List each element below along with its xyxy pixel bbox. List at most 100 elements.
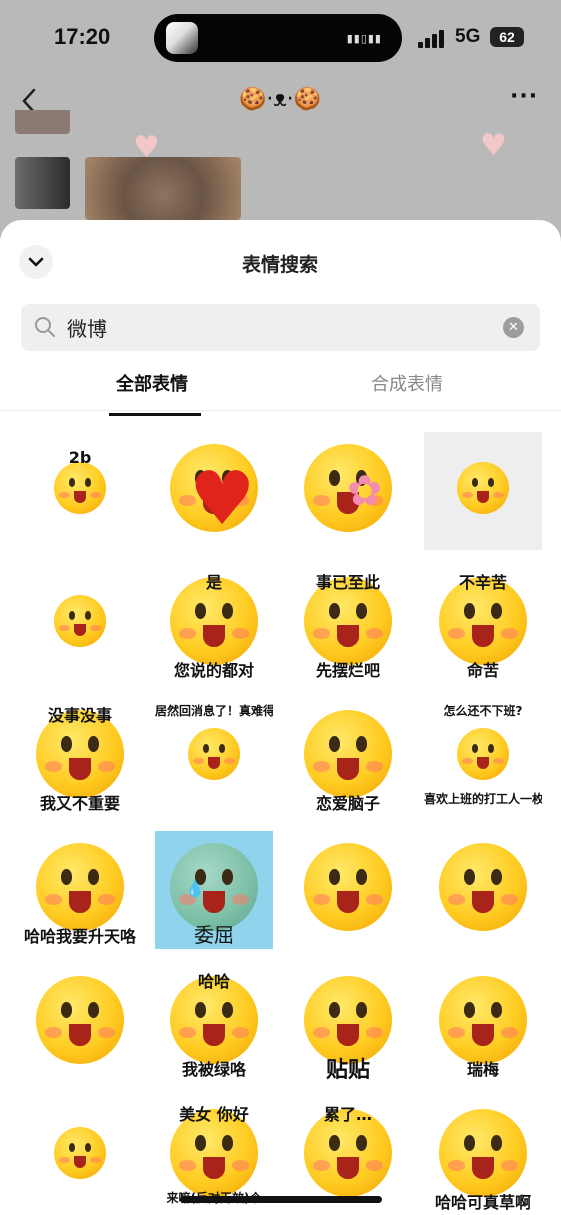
battery-icon: 62 xyxy=(490,27,524,47)
sticker-image: ♥ xyxy=(155,432,273,550)
flower-icon: ✿ xyxy=(347,466,383,515)
tear-icon: 💧 xyxy=(185,879,205,898)
network-type: 5G xyxy=(455,26,481,47)
sticker-image: 哈哈可真草啊 xyxy=(424,1097,542,1215)
heart-icon: ♥ xyxy=(133,130,160,165)
sticker-image: 怎么还不下班? 喜欢上班的打工人一枚吖 xyxy=(424,698,542,816)
sticker-caption-top: 事已至此 xyxy=(315,573,380,592)
sticker-item[interactable]: 恋爱脑子 xyxy=(289,698,407,816)
emoji-face-icon xyxy=(304,976,392,1064)
sticker-item[interactable] xyxy=(424,831,542,949)
sticker-image: 贴贴 xyxy=(289,964,407,1082)
sticker-item[interactable]: 居然回消息了！真难得 xyxy=(155,698,273,816)
sticker-caption: 哈哈我要升天咯 xyxy=(23,927,136,946)
home-indicator[interactable] xyxy=(180,1196,382,1203)
sticker-item[interactable]: 不辛苦 命苦 xyxy=(424,565,542,683)
sticker-item[interactable] xyxy=(424,432,542,550)
sticker-caption: 我被绿咯 xyxy=(181,1060,246,1079)
sticker-caption: 命苦 xyxy=(466,661,499,680)
emoji-face-icon xyxy=(188,728,240,780)
sticker-item[interactable]: 瑞梅 xyxy=(424,964,542,1082)
sticker-item[interactable]: 事已至此 先摆烂吧 xyxy=(289,565,407,683)
heart-icon: ♥ xyxy=(480,128,507,163)
sticker-image: 哈哈我要升天咯 xyxy=(21,831,139,949)
sticker-caption-top: 没事没事 xyxy=(47,706,112,725)
sticker-item[interactable] xyxy=(21,1097,139,1215)
tab-all-stickers[interactable]: 全部表情 xyxy=(103,370,201,416)
clear-icon[interactable]: ✕ xyxy=(503,317,524,338)
sticker-item[interactable] xyxy=(21,565,139,683)
signal-icon xyxy=(418,30,446,48)
chat-navbar: 🍪·ᴥ·🍪 ··· xyxy=(0,78,561,128)
emoji-face-icon xyxy=(439,976,527,1064)
audio-wave-icon: ▮▮▯▮▮ xyxy=(346,32,382,45)
search-input[interactable] xyxy=(67,304,487,351)
sticker-caption-top: 累了… xyxy=(323,1105,372,1124)
sticker-caption: 恋爱脑子 xyxy=(315,794,380,813)
emoji-face-icon xyxy=(36,843,124,931)
divider xyxy=(0,410,561,411)
sheet-title: 表情搜索 xyxy=(241,254,318,276)
sticker-caption: 您说的都对 xyxy=(173,661,254,680)
sticker-item[interactable]: 怎么还不下班? 喜欢上班的打工人一枚吖 xyxy=(424,698,542,816)
emoji-face-icon xyxy=(457,462,509,514)
sticker-item[interactable]: 💧 委屈 xyxy=(155,831,273,949)
sticker-caption: 我又不重要 xyxy=(39,794,120,813)
sticker-item[interactable]: 是您说的都对 xyxy=(155,565,273,683)
sticker-image: 不辛苦 命苦 xyxy=(424,565,542,683)
sticker-item[interactable]: ♥ xyxy=(155,432,273,550)
sticker-image xyxy=(424,432,542,550)
sticker-image: 瑞梅 xyxy=(424,964,542,1082)
sticker-caption-top: 是 xyxy=(205,573,222,592)
tab-combined-stickers[interactable]: 合成表情 xyxy=(357,370,457,414)
chat-avatar[interactable] xyxy=(15,157,70,209)
status-time: 17:20 xyxy=(54,24,111,49)
heart-icon: ♥ xyxy=(189,456,256,542)
sticker-image: 💧 委屈 xyxy=(155,831,273,949)
sticker-item[interactable]: 2b xyxy=(21,432,139,550)
sticker-item[interactable]: 哈哈可真草啊 xyxy=(424,1097,542,1215)
sticker-image: 是您说的都对 xyxy=(155,565,273,683)
sticker-item[interactable] xyxy=(21,964,139,1082)
chat-image-message[interactable] xyxy=(85,157,241,220)
sticker-image xyxy=(21,964,139,1082)
now-playing-avatar xyxy=(166,22,198,54)
chat-avatar[interactable] xyxy=(15,110,70,134)
emoji-face-icon xyxy=(439,1109,527,1197)
search-icon xyxy=(35,317,55,337)
sticker-caption: 委屈 xyxy=(194,923,234,947)
dynamic-island[interactable]: ▮▮▯▮▮ xyxy=(154,14,402,62)
more-options-icon[interactable]: ··· xyxy=(510,84,538,109)
sticker-image: 哈哈 我被绿咯 xyxy=(155,964,273,1082)
emoji-face-icon xyxy=(304,710,392,798)
status-bar: 17:20 ▮▮▯▮▮ 5G 62 xyxy=(0,0,561,78)
emoji-face-icon xyxy=(54,595,106,647)
emoji-face-icon xyxy=(54,462,106,514)
sticker-caption-top: 哈哈 xyxy=(197,972,230,991)
sticker-image: ✿ xyxy=(289,432,407,550)
sticker-image xyxy=(424,831,542,949)
sticker-caption: 先摆烂吧 xyxy=(315,661,380,680)
search-bar[interactable]: ✕ xyxy=(21,304,540,351)
sticker-caption-top: 居然回消息了！真难得 xyxy=(155,704,273,718)
sticker-image xyxy=(21,565,139,683)
sticker-caption-top: 怎么还不下班? xyxy=(443,704,523,718)
emoji-face-icon xyxy=(36,976,124,1064)
sticker-item[interactable]: 没事没事 我又不重要 xyxy=(21,698,139,816)
sticker-image xyxy=(21,1097,139,1215)
emoji-face-icon xyxy=(439,843,527,931)
emoji-face-icon xyxy=(304,843,392,931)
sticker-image: 没事没事 我又不重要 xyxy=(21,698,139,816)
sticker-item[interactable]: ✿ xyxy=(289,432,407,550)
collapse-button[interactable] xyxy=(19,245,53,279)
sticker-caption-top: 美女 你好 xyxy=(179,1105,249,1124)
sticker-item[interactable] xyxy=(289,831,407,949)
sticker-item[interactable]: 哈哈 我被绿咯 xyxy=(155,964,273,1082)
sticker-item[interactable]: 贴贴 xyxy=(289,964,407,1082)
sticker-caption: 2b xyxy=(68,448,92,467)
sticker-image: 2b xyxy=(21,432,139,550)
emoji-face-icon xyxy=(54,1127,106,1179)
sticker-image: 恋爱脑子 xyxy=(289,698,407,816)
sticker-item[interactable]: 哈哈我要升天咯 xyxy=(21,831,139,949)
emoji-face-icon xyxy=(457,728,509,780)
